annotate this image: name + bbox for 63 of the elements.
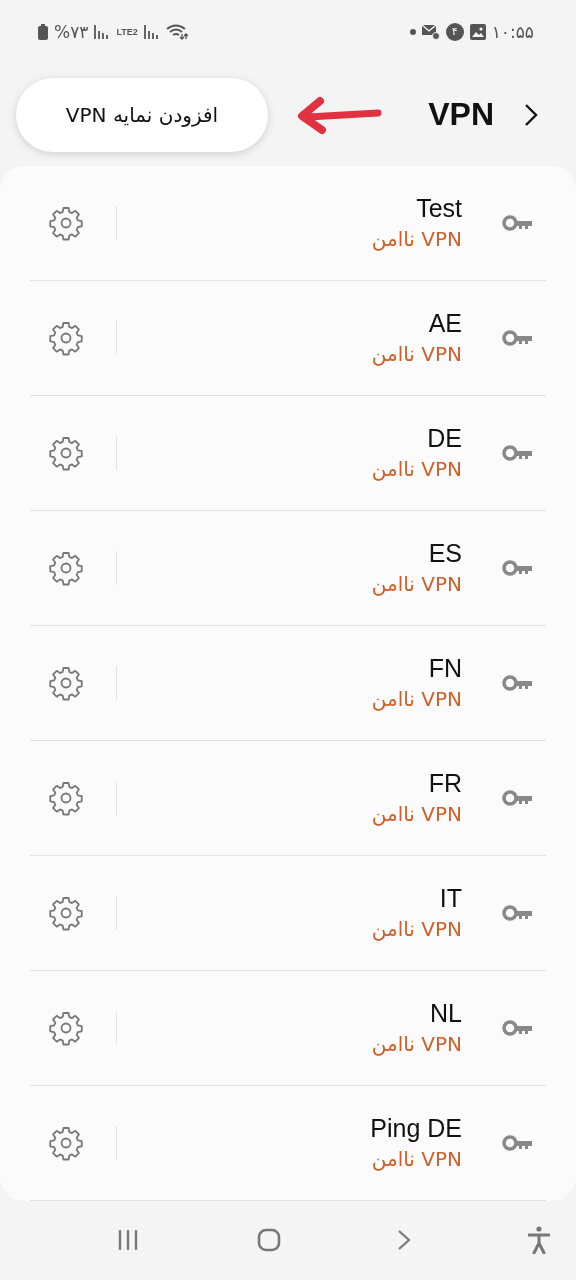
settings-button[interactable] xyxy=(48,549,84,586)
profile-name: DE xyxy=(427,424,462,454)
profile-name: FN xyxy=(428,654,462,684)
settings-button[interactable] xyxy=(48,779,84,816)
key-icon xyxy=(502,904,534,921)
settings-button[interactable] xyxy=(48,434,84,471)
settings-icon xyxy=(48,204,84,241)
signal-icon xyxy=(94,24,111,39)
network-type: LTE2 xyxy=(116,26,138,37)
image-icon xyxy=(469,23,486,40)
recent-apps-icon xyxy=(116,1230,140,1251)
settings-icon xyxy=(48,549,84,586)
settings-button[interactable] xyxy=(48,1124,84,1161)
profile-name: FR xyxy=(428,769,462,799)
profile-status: VPN ناامن xyxy=(371,572,462,597)
settings-icon xyxy=(48,1009,84,1046)
key-icon xyxy=(502,789,534,806)
profile-status: VPN ناامن xyxy=(371,457,462,482)
profile-status: VPN ناامن xyxy=(371,687,462,712)
profile-status: VPN ناامن xyxy=(371,1032,462,1057)
add-profile-button[interactable]: افزودن نمایه VPN xyxy=(16,77,268,152)
key-icon xyxy=(502,674,534,691)
settings-icon xyxy=(48,1124,84,1161)
settings-icon xyxy=(48,779,84,816)
signal-icon xyxy=(143,24,160,39)
chevron-icon xyxy=(397,1229,412,1252)
key-icon xyxy=(502,214,534,231)
profile-status: VPN ناامن xyxy=(371,1147,462,1172)
settings-button[interactable] xyxy=(48,894,84,931)
settings-button[interactable] xyxy=(48,664,84,701)
accessibility-icon xyxy=(527,1226,550,1255)
settings-icon xyxy=(48,664,84,701)
key-icon xyxy=(502,1134,534,1151)
profile-name: NL xyxy=(430,999,462,1029)
wifi-icon xyxy=(165,23,188,40)
profile-name: Ping DE xyxy=(370,1114,462,1144)
battery-level: %۷۳ xyxy=(54,21,89,42)
profile-status: VPN ناامن xyxy=(371,802,462,827)
settings-icon xyxy=(48,319,84,356)
battery-icon xyxy=(38,23,48,40)
profile-status: VPN ناامن xyxy=(371,917,462,942)
profile-status: VPN ناامن xyxy=(371,342,462,367)
profile-status: VPN ناامن xyxy=(371,227,462,252)
settings-button[interactable] xyxy=(48,319,84,356)
settings-button[interactable] xyxy=(48,1009,84,1046)
settings-icon xyxy=(48,894,84,931)
chevron-icon xyxy=(524,102,538,127)
settings-button[interactable] xyxy=(48,204,84,241)
notification-badge: ۴ xyxy=(445,22,464,41)
key-icon xyxy=(502,559,534,576)
profile-name: AE xyxy=(428,309,462,339)
back-button[interactable] xyxy=(524,102,538,127)
profile-name: Test xyxy=(416,194,462,224)
key-icon xyxy=(502,1019,534,1036)
profile-name: IT xyxy=(439,884,462,914)
key-icon xyxy=(502,329,534,346)
page-title: VPN xyxy=(428,96,494,134)
clock: ۱۰:۵۵ xyxy=(491,21,534,42)
key-icon xyxy=(502,444,534,461)
dot-icon xyxy=(409,28,416,35)
profile-name: ES xyxy=(428,539,462,569)
home-icon xyxy=(256,1228,281,1253)
settings-icon xyxy=(48,434,84,471)
